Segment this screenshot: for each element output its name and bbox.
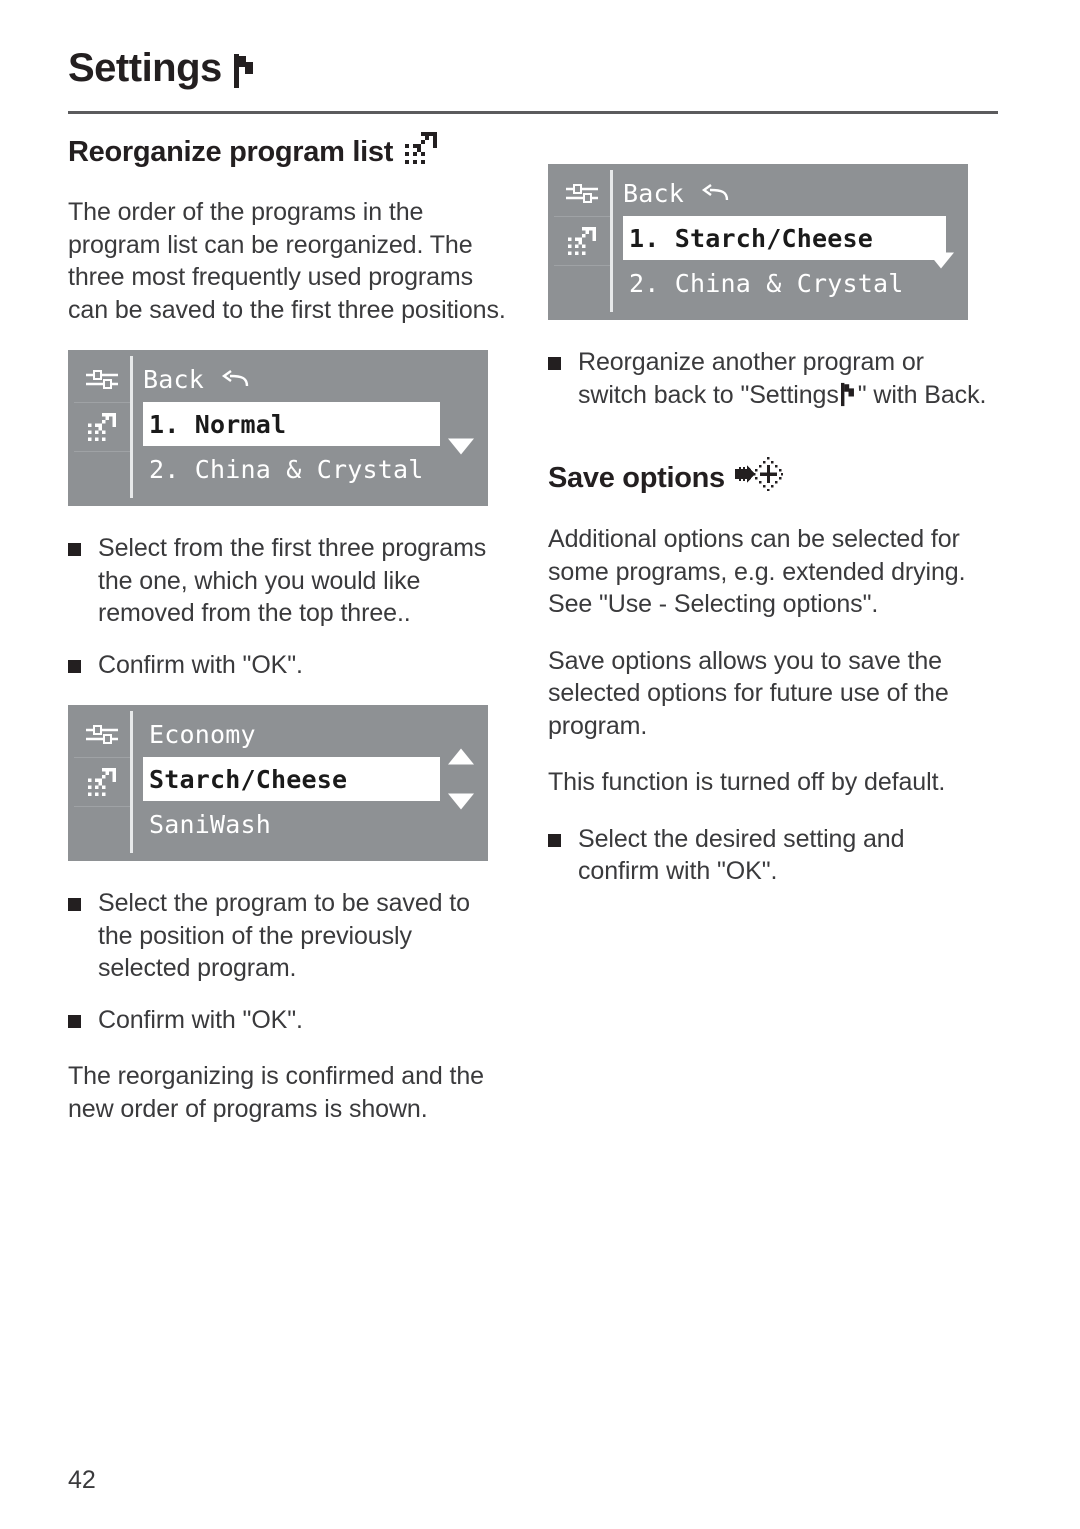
right-column: Back 1. Starch/Cheese 2. China & Crystal	[548, 130, 988, 912]
down-triangle-icon[interactable]	[448, 793, 474, 839]
lcd-row-next[interactable]: 2. China & Crystal	[623, 252, 960, 306]
lcd-row-next[interactable]: 2. China & Crystal	[143, 438, 480, 492]
back-arrow-icon	[220, 367, 250, 396]
lcd-sidebar-empty	[74, 807, 130, 853]
up-triangle-icon[interactable]	[448, 719, 474, 765]
reorganize-arrow-icon	[74, 403, 130, 451]
list-item: Select the desired setting and confirm w…	[548, 823, 988, 888]
save-options-heading: Save options	[548, 457, 988, 499]
lcd-row-label: Starch/Cheese	[149, 764, 348, 794]
lcd-sidebar	[74, 356, 133, 499]
lcd-row-selected[interactable]: Starch/Cheese	[143, 757, 440, 802]
lcd-row-label: SaniWash	[149, 809, 272, 839]
lcd-row-label: Back	[143, 364, 205, 394]
down-triangle-icon[interactable]	[448, 438, 474, 484]
lcd-row-selected[interactable]: 1. Starch/Cheese	[623, 216, 946, 260]
list-item: Confirm with "OK".	[68, 649, 508, 682]
settings-sliders-icon	[74, 711, 130, 757]
lcd-display-program-choice[interactable]: Economy Starch/Cheese SaniWash	[68, 705, 488, 862]
closing-paragraph: The reorganizing is confirmed and the ne…	[68, 1062, 484, 1123]
reorganize-arrow-icon	[74, 758, 130, 806]
page-header: Settings	[68, 48, 998, 88]
lcd-row-label: 1. Starch/Cheese	[629, 223, 874, 253]
list-item: Select from the first three programs the…	[68, 532, 508, 630]
save-options-paragraph-1: Additional options can be selected for s…	[548, 525, 966, 619]
lcd-row-label: Back	[623, 178, 685, 208]
flag-icon	[233, 54, 256, 88]
reorganize-arrow-icon	[554, 217, 610, 265]
lcd-row-label: 2. China & Crystal	[629, 268, 904, 298]
lcd-sidebar	[74, 711, 133, 854]
reorganize-program-list-heading: Reorganize program list	[68, 130, 508, 174]
left-column: Reorganize program list The order of the…	[68, 130, 508, 1125]
list-item: Reorganize another program or switch bac…	[548, 346, 988, 411]
lcd-row-previous[interactable]: Economy	[143, 711, 480, 765]
settings-sliders-icon	[74, 356, 130, 402]
lcd-rows: Economy Starch/Cheese SaniWash	[133, 711, 480, 853]
lcd-row-label: 2. China & Crystal	[149, 454, 424, 484]
document-page: Settings Reorganize program list The ord…	[0, 0, 1080, 1529]
save-options-paragraph-2: Save options allows you to save the sele…	[548, 646, 949, 740]
bullet-list-save-position: Select the program to be saved to the po…	[68, 887, 508, 1036]
lcd-rows: Back 1. Starch/Cheese 2. China & Crystal	[613, 170, 960, 312]
lcd-sidebar-empty	[554, 266, 610, 312]
lcd-row-selected[interactable]: 1. Normal	[143, 402, 440, 447]
page-number: 42	[68, 1466, 96, 1494]
bullet-list-select-remove: Select from the first three programs the…	[68, 532, 508, 681]
lcd-row-label: 1. Normal	[149, 409, 287, 439]
list-item: Confirm with "OK".	[68, 1004, 508, 1037]
save-options-paragraph-3: This function is turned off by default.	[548, 768, 946, 797]
lcd-display-reordered-list[interactable]: Back 1. Starch/Cheese 2. China & Crystal	[548, 164, 968, 320]
lcd-sidebar-empty	[74, 452, 130, 498]
lcd-row-next[interactable]: SaniWash	[143, 793, 480, 847]
lcd-row-back[interactable]: Back	[143, 356, 480, 402]
back-arrow-icon	[700, 181, 730, 210]
lcd-sidebar	[554, 170, 613, 312]
lcd-row-back[interactable]: Back	[623, 170, 960, 216]
lcd-display-program-list[interactable]: Back 1. Normal 2. China & Crystal	[68, 350, 488, 507]
intro-paragraph: The order of the programs in the program…	[68, 198, 506, 324]
heading-text: Save options	[548, 461, 725, 494]
lcd-row-label: Economy	[149, 719, 256, 749]
bullet-list-select-setting: Select the desired setting and confirm w…	[548, 823, 988, 888]
bullet-text-b: " with Back.	[857, 380, 987, 409]
heading-text: Reorganize program list	[68, 135, 394, 168]
save-options-icon	[734, 457, 784, 499]
list-item: Select the program to be saved to the po…	[68, 887, 508, 985]
down-triangle-icon[interactable]	[928, 252, 954, 298]
settings-sliders-icon	[554, 170, 610, 216]
flag-icon	[840, 382, 856, 407]
lcd-rows: Back 1. Normal 2. China & Crystal	[133, 356, 480, 498]
header-rule	[68, 111, 998, 114]
page-title: Settings	[68, 46, 222, 90]
bullet-list-reorganize-another: Reorganize another program or switch bac…	[548, 346, 988, 411]
reorganize-arrow-icon	[403, 130, 439, 174]
